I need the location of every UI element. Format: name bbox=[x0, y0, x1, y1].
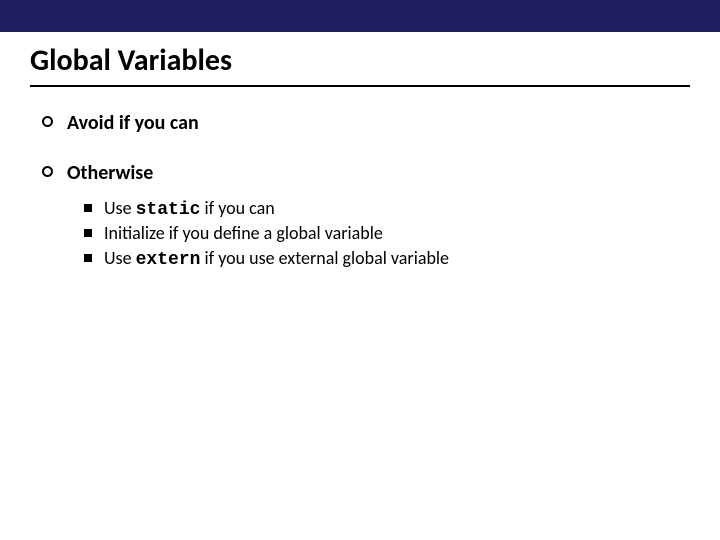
sub-list-item-text: Initialize if you define a global variab… bbox=[104, 222, 383, 245]
square-bullet-icon bbox=[84, 229, 92, 237]
sub-list-item: Use static if you can bbox=[84, 197, 690, 220]
code-run: static bbox=[136, 200, 201, 220]
list-item: Avoid if you can bbox=[42, 111, 690, 135]
list-item-text: Avoid if you can bbox=[67, 111, 199, 135]
sub-list-item-text: Use static if you can bbox=[104, 197, 275, 220]
sub-list-item: Use extern if you use external global va… bbox=[84, 247, 690, 270]
code-run: extern bbox=[136, 250, 201, 270]
page-title: Global Variables bbox=[30, 42, 690, 87]
circle-bullet-icon bbox=[42, 166, 53, 177]
slide-content: Global Variables Avoid if you can Otherw… bbox=[0, 32, 720, 270]
sub-list-item-text: Use extern if you use external global va… bbox=[104, 247, 449, 270]
text-run: Use bbox=[104, 247, 136, 269]
square-bullet-icon bbox=[84, 254, 92, 262]
text-run: if you can bbox=[200, 197, 274, 219]
sub-list-item: Initialize if you define a global variab… bbox=[84, 222, 690, 245]
text-run: if you use external global variable bbox=[200, 247, 449, 269]
sub-list: Use static if you can Initialize if you … bbox=[84, 197, 690, 270]
square-bullet-icon bbox=[84, 204, 92, 212]
text-run: Use bbox=[104, 197, 136, 219]
list-item-text: Otherwise bbox=[67, 161, 153, 185]
header-bar bbox=[0, 0, 720, 32]
list-item: Otherwise bbox=[42, 161, 690, 185]
text-run: Initialize if you define a global variab… bbox=[104, 222, 383, 244]
circle-bullet-icon bbox=[42, 116, 53, 127]
